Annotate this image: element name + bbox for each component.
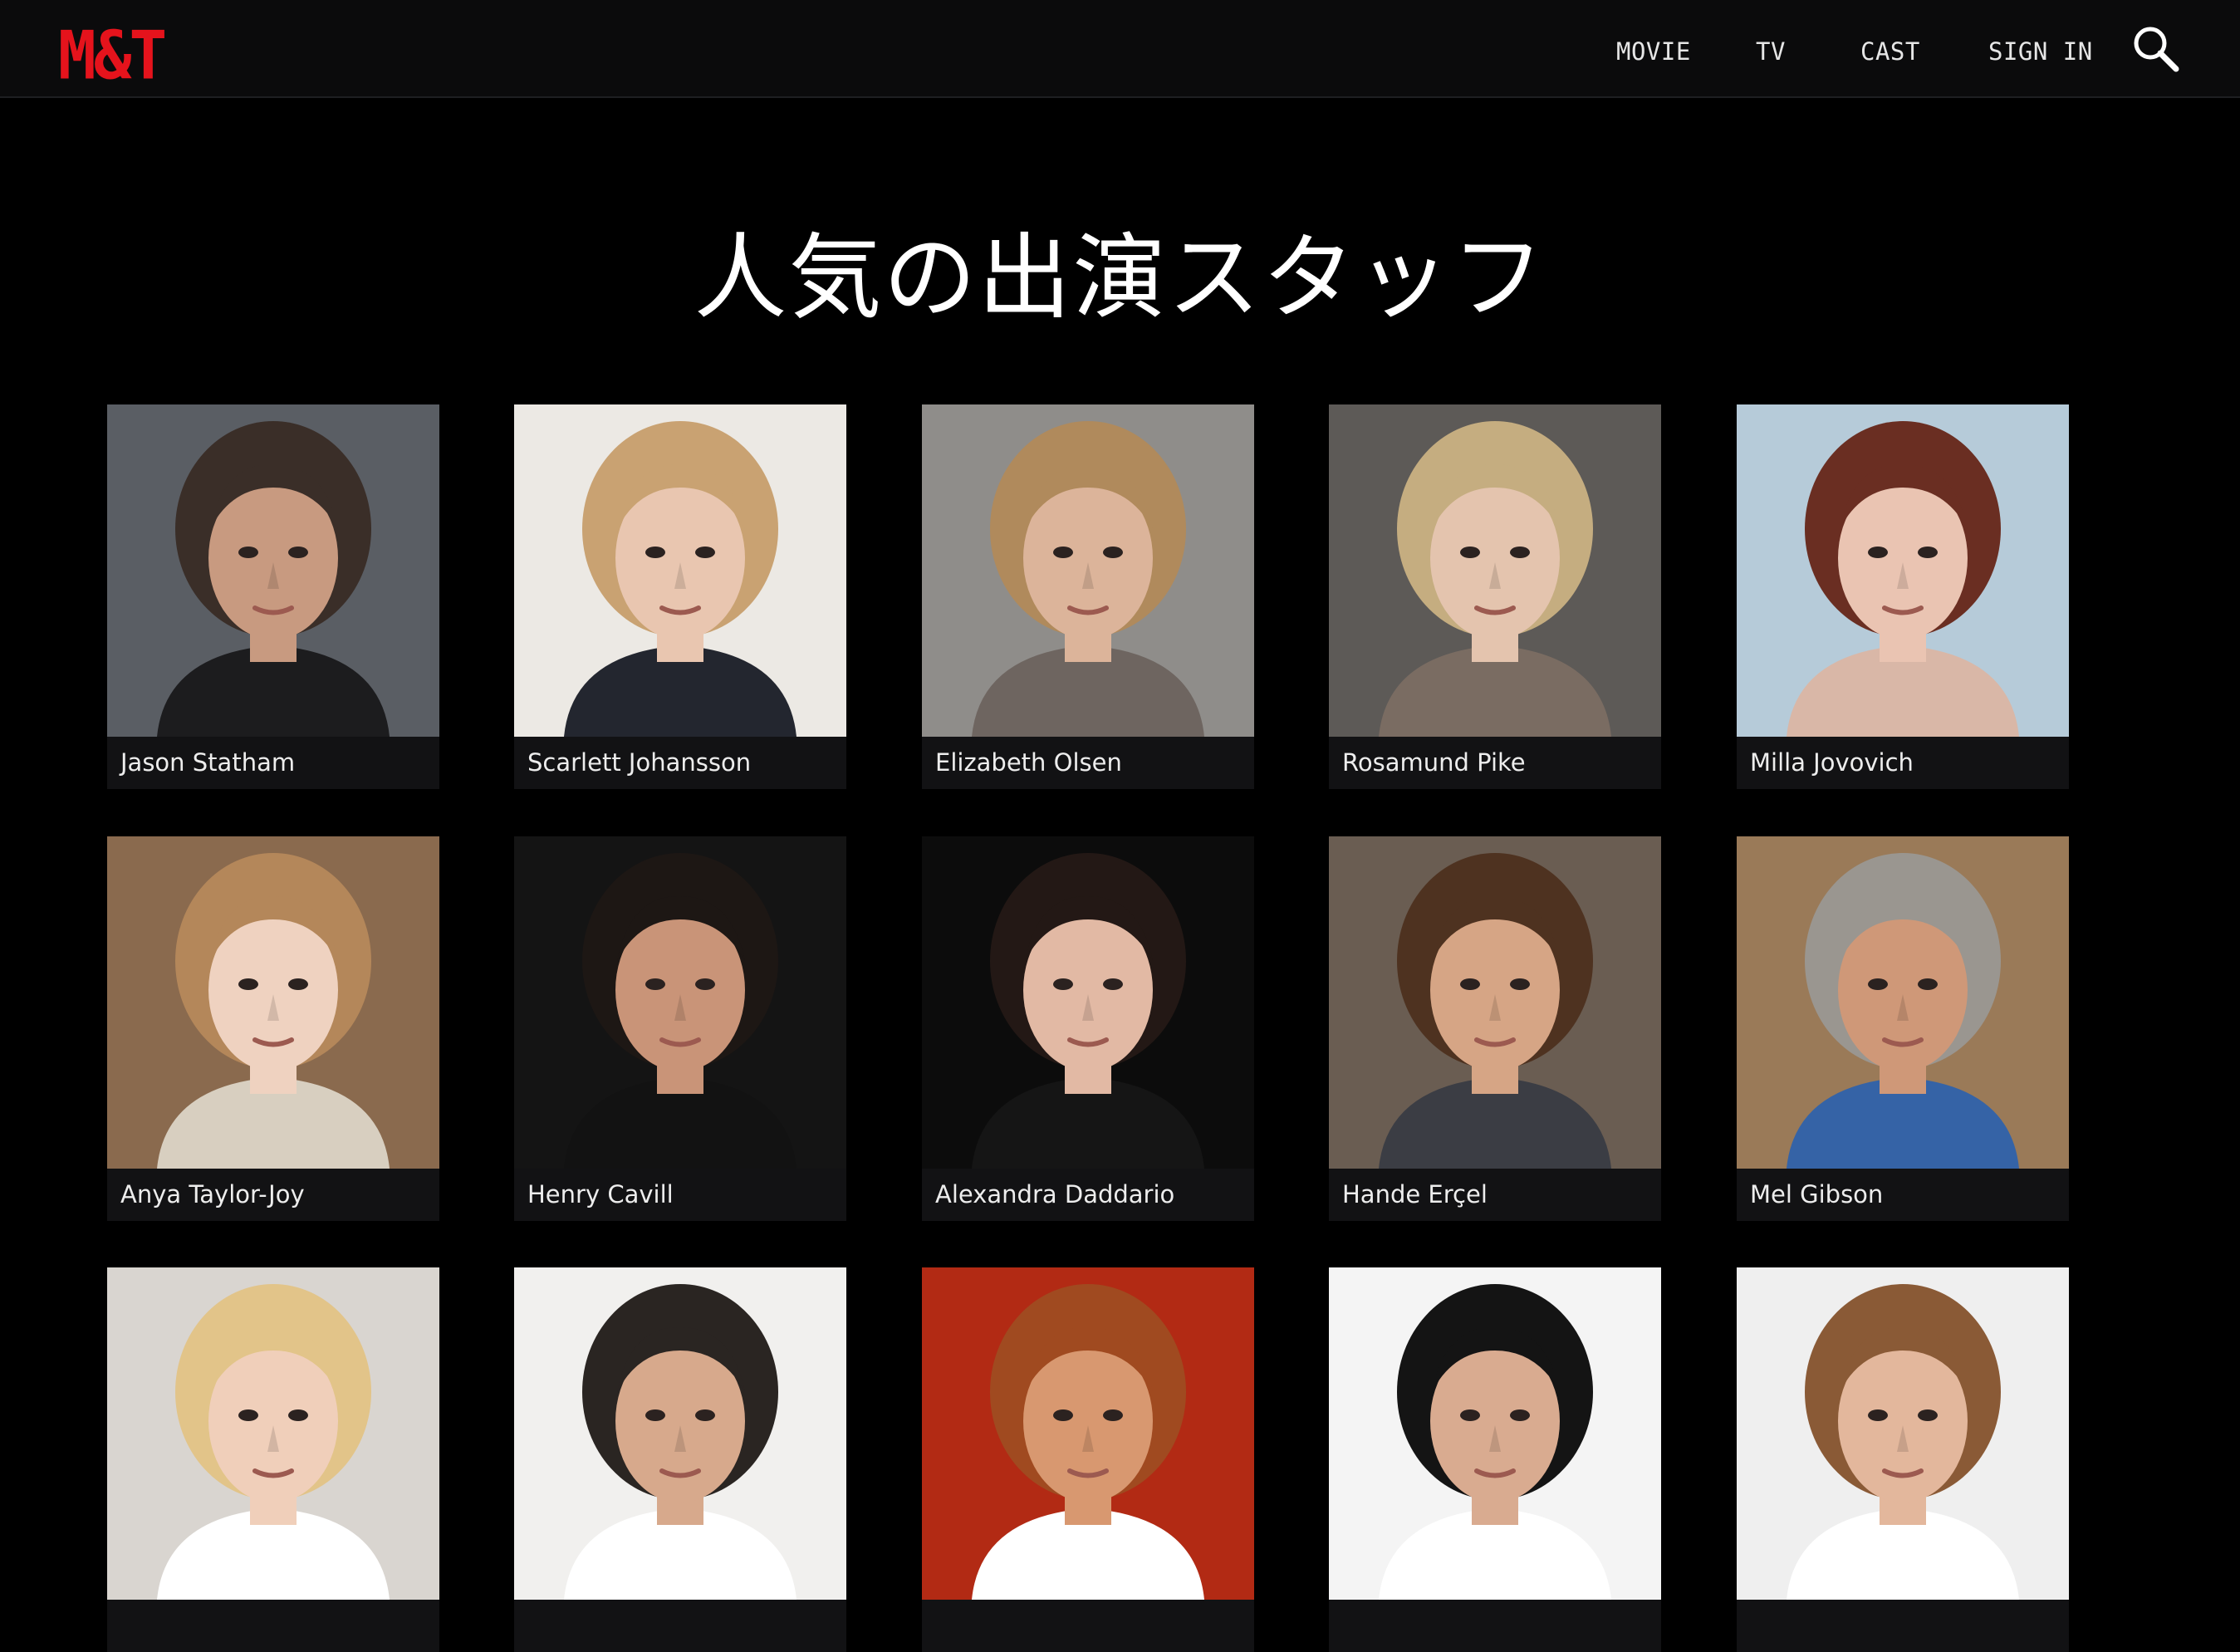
portrait-image bbox=[922, 404, 1254, 737]
portrait-image bbox=[514, 404, 846, 737]
cast-card[interactable]: Alexandra Daddario bbox=[922, 836, 1254, 1221]
cast-name: Henry Cavill bbox=[527, 1180, 674, 1208]
cast-photo[interactable] bbox=[1329, 1267, 1661, 1600]
cast-name: Anya Taylor-Joy bbox=[120, 1180, 305, 1208]
cast-name: Milla Jovovich bbox=[1750, 748, 1914, 777]
portrait-image bbox=[1329, 836, 1661, 1169]
cast-photo[interactable] bbox=[1737, 1267, 2069, 1600]
portrait-image bbox=[922, 1267, 1254, 1600]
portrait-image bbox=[922, 836, 1254, 1169]
cast-photo[interactable] bbox=[1737, 836, 2069, 1169]
cast-grid: Jason Statham Scarlett Johansson Elizabeth… bbox=[0, 0, 2240, 1652]
cast-card[interactable]: Mel Gibson bbox=[1737, 836, 2069, 1221]
cast-name: Jason Statham bbox=[120, 748, 296, 777]
cast-name: Alexandra Daddario bbox=[935, 1180, 1175, 1208]
portrait-image bbox=[1737, 404, 2069, 737]
cast-card[interactable]: Rosamund Pike bbox=[1329, 404, 1661, 789]
portrait-image bbox=[1737, 836, 2069, 1169]
cast-photo[interactable] bbox=[514, 836, 846, 1169]
cast-photo[interactable] bbox=[1737, 404, 2069, 737]
cast-photo[interactable] bbox=[514, 404, 846, 737]
cast-photo[interactable] bbox=[107, 1267, 439, 1600]
cast-photo[interactable] bbox=[922, 1267, 1254, 1600]
cast-photo[interactable] bbox=[107, 836, 439, 1169]
cast-photo[interactable] bbox=[922, 836, 1254, 1169]
cast-card[interactable]: Jason Statham bbox=[107, 404, 439, 789]
cast-name: Mel Gibson bbox=[1750, 1180, 1884, 1208]
cast-name: Hande Erçel bbox=[1342, 1180, 1488, 1208]
cast-card[interactable]: Elizabeth Olsen bbox=[922, 404, 1254, 789]
cast-photo[interactable] bbox=[1329, 836, 1661, 1169]
cast-card[interactable] bbox=[922, 1267, 1254, 1652]
portrait-image bbox=[1737, 1267, 2069, 1600]
portrait-image bbox=[1329, 1267, 1661, 1600]
portrait-image bbox=[107, 836, 439, 1169]
portrait-image bbox=[514, 836, 846, 1169]
cast-photo[interactable] bbox=[1329, 404, 1661, 737]
cast-name: Rosamund Pike bbox=[1342, 748, 1526, 777]
portrait-image bbox=[107, 1267, 439, 1600]
cast-card[interactable]: Anya Taylor-Joy bbox=[107, 836, 439, 1221]
cast-name: Elizabeth Olsen bbox=[935, 748, 1122, 777]
cast-name: Scarlett Johansson bbox=[527, 748, 752, 777]
cast-card[interactable]: Hande Erçel bbox=[1329, 836, 1661, 1221]
cast-card[interactable] bbox=[1737, 1267, 2069, 1652]
portrait-image bbox=[514, 1267, 846, 1600]
portrait-image bbox=[1329, 404, 1661, 737]
cast-card[interactable] bbox=[514, 1267, 846, 1652]
cast-card[interactable] bbox=[1329, 1267, 1661, 1652]
cast-card[interactable] bbox=[107, 1267, 439, 1652]
portrait-image bbox=[107, 404, 439, 737]
cast-photo[interactable] bbox=[514, 1267, 846, 1600]
cast-card[interactable]: Henry Cavill bbox=[514, 836, 846, 1221]
cast-photo[interactable] bbox=[922, 404, 1254, 737]
cast-photo[interactable] bbox=[107, 404, 439, 737]
cast-card[interactable]: Milla Jovovich bbox=[1737, 404, 2069, 789]
cast-card[interactable]: Scarlett Johansson bbox=[514, 404, 846, 789]
